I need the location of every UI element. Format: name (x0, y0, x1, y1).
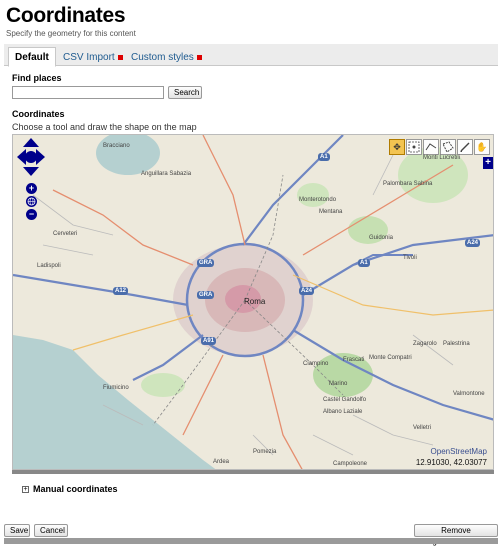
map-label: Ciampino (303, 361, 329, 367)
map-label: Velletri (413, 425, 432, 431)
map-label: Marino (329, 381, 348, 387)
edit-tool-icon (460, 142, 470, 152)
line-tool-button[interactable] (423, 139, 439, 155)
map-label: Ardea (213, 459, 230, 465)
tab-bar: Default CSV Import Custom styles (4, 44, 498, 67)
point-tool-button[interactable] (406, 139, 422, 155)
map-label: Monti Lucretili (423, 155, 461, 161)
map-label: Palombara Sabina (383, 181, 433, 187)
search-button[interactable]: Search (168, 86, 202, 99)
point-tool-icon (408, 141, 420, 153)
zoom-control: + − (26, 183, 38, 222)
globe-icon (27, 197, 36, 206)
road-shield: A24 (465, 239, 481, 247)
pan-control[interactable] (17, 138, 45, 176)
find-places-label: Find places (12, 73, 62, 83)
layer-switcher-button[interactable]: + (483, 157, 493, 169)
map-label: Pomezia (253, 449, 277, 455)
expand-icon: + (22, 486, 29, 494)
map-attribution[interactable]: OpenStreetMap (431, 447, 487, 456)
tab-custom-styles[interactable]: Custom styles (124, 47, 209, 66)
road-shield: GRA (197, 291, 215, 299)
pan-arrows-icon (17, 138, 45, 176)
map-bottom-border (12, 470, 494, 474)
manual-coordinates-label: Manual coordinates (33, 484, 118, 494)
edit-tool-button[interactable] (457, 139, 473, 155)
map-label: Cerveteri (53, 231, 78, 237)
road-shield: GRA (197, 259, 215, 267)
pan-tool-icon: ✥ (393, 142, 401, 152)
cursor-coordinates: 12.91030, 42.03077 (415, 458, 487, 467)
road-shield: A1 (318, 153, 330, 161)
map-label: Guidonia (369, 235, 394, 241)
map-label-roma: Roma (244, 297, 266, 306)
page-subtitle: Specify the geometry for this content (6, 29, 136, 38)
cancel-button[interactable]: Cancel (34, 524, 68, 537)
map-label: Albano Laziale (323, 409, 363, 415)
page-title: Coordinates (6, 4, 126, 27)
map-label: Ladispoli (37, 263, 61, 269)
zoom-out-button[interactable]: − (26, 209, 37, 220)
map-label: Fiumicino (103, 385, 129, 391)
map-label: Mentana (319, 209, 343, 215)
pan-tool-button[interactable]: ✥ (389, 139, 405, 155)
road-shield: A91 (201, 337, 217, 345)
road-shield: A1 (358, 259, 370, 267)
map-label: Castel Gandolfo (323, 397, 367, 403)
map-canvas[interactable]: + − ✥ ✋ + Bracciano Anguillara Sabazia C… (12, 134, 494, 470)
required-marker-icon (196, 54, 202, 60)
zoom-in-button[interactable]: + (26, 183, 37, 194)
polygon-tool-icon (442, 141, 454, 153)
manual-coordinates-toggle[interactable]: + Manual coordinates (22, 484, 118, 494)
find-places-input[interactable] (12, 86, 164, 99)
map-label: Palestrina (443, 341, 470, 347)
map-label: Bracciano (103, 143, 130, 149)
save-button[interactable]: Save (4, 524, 30, 537)
map-label: Tivoli (403, 255, 417, 261)
map-label: Monterotondo (299, 197, 337, 203)
hand-tool-icon: ✋ (476, 142, 488, 152)
tab-default-label: Default (15, 52, 49, 63)
tab-custom-styles-label: Custom styles (131, 52, 194, 63)
map-label: Valmontone (453, 391, 485, 397)
tab-csv-import[interactable]: CSV Import (56, 47, 130, 66)
footer-bar (4, 538, 498, 544)
coordinates-help: Choose a tool and draw the shape on the … (12, 122, 197, 132)
map-label: Anguillara Sabazia (141, 171, 192, 177)
line-tool-icon (425, 143, 437, 151)
map-label: Monte Compatri (369, 355, 412, 361)
polygon-tool-button[interactable] (440, 139, 456, 155)
remove-georeference-button[interactable]: Remove georeference (414, 524, 498, 546)
road-shield: A24 (299, 287, 315, 295)
tab-csv-import-label: CSV Import (63, 52, 115, 63)
coordinates-label: Coordinates (12, 109, 65, 119)
zoom-world-button[interactable] (26, 196, 37, 207)
map-label: Zagarolo (413, 341, 437, 347)
hand-tool-button[interactable]: ✋ (474, 139, 490, 155)
map-label: Frascati (343, 357, 365, 363)
map-label: Campoleone (333, 461, 368, 467)
required-marker-icon (117, 54, 123, 60)
tab-default[interactable]: Default (8, 47, 56, 67)
road-shield: A12 (113, 287, 129, 295)
draw-toolbar: ✥ ✋ (389, 139, 490, 155)
